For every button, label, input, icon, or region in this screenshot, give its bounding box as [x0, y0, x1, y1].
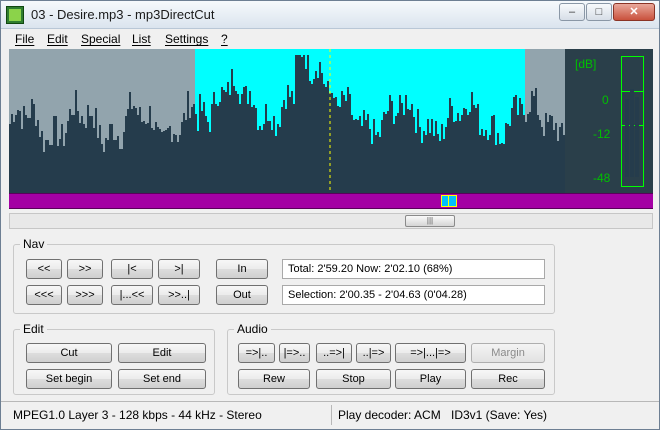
menu-file[interactable]: File	[15, 32, 34, 46]
maximize-button[interactable]: □	[586, 3, 612, 21]
play-after-end-button[interactable]: ..|=>	[356, 343, 391, 363]
horizontal-scrollbar[interactable]: |||	[9, 213, 653, 229]
in-button[interactable]: In	[216, 259, 268, 279]
meter-bars	[625, 89, 639, 177]
menu-list[interactable]: List	[132, 32, 151, 46]
window-title: 03 - Desire.mp3 - mp3DirectCut	[31, 7, 215, 22]
status-format: MPEG1.0 Layer 3 - 128 kbps - 44 kHz - St…	[13, 408, 262, 422]
nav-to-selection-end-button[interactable]: >>..|	[158, 285, 200, 305]
nav-to-selection-start-button[interactable]: |...<<	[111, 285, 153, 305]
overview-selection-marker[interactable]	[441, 195, 457, 207]
close-button[interactable]: ✕	[613, 3, 655, 21]
overview-timeline[interactable]	[9, 193, 653, 209]
nav-group-label: Nav	[20, 237, 48, 251]
cut-button[interactable]: Cut	[26, 343, 112, 363]
scroll-thumb[interactable]: |||	[405, 215, 455, 227]
play-selection-button[interactable]: =>|...|=>	[395, 343, 466, 363]
edit-group-label: Edit	[20, 322, 47, 336]
nav-forward-button[interactable]: >>	[67, 259, 103, 279]
nav-start-button[interactable]: |<	[111, 259, 153, 279]
audio-group-label: Audio	[234, 322, 271, 336]
menu-edit[interactable]: Edit	[47, 32, 68, 46]
waveform-graph[interactable]	[9, 49, 565, 193]
nav-back-button[interactable]: <<	[26, 259, 62, 279]
status-bar: MPEG1.0 Layer 3 - 128 kbps - 44 kHz - St…	[1, 401, 659, 429]
play-from-begin-button[interactable]: |=>..	[279, 343, 310, 363]
out-button[interactable]: Out	[216, 285, 268, 305]
menu-bar: File Edit Special List Settings ?	[1, 29, 659, 49]
meter-tick-minus48: -48	[593, 171, 611, 185]
time-info: Total: 2'59.20 Now: 2'02.10 (68%)	[282, 259, 545, 279]
meter-tick-minus12: -12	[593, 127, 611, 141]
set-end-button[interactable]: Set end	[118, 369, 206, 389]
app-icon[interactable]	[6, 6, 24, 24]
menu-settings[interactable]: Settings	[165, 32, 208, 46]
stop-button[interactable]: Stop	[316, 369, 391, 389]
menu-help[interactable]: ?	[221, 32, 228, 46]
waveform-view[interactable]: [dB] 0 -12 -48	[9, 49, 653, 193]
margin-button[interactable]: Margin	[471, 343, 545, 363]
menu-special[interactable]: Special	[81, 32, 120, 46]
status-decoder: Play decoder: ACM	[338, 408, 441, 422]
meter-tick-0: 0	[602, 93, 609, 107]
edit-button[interactable]: Edit	[118, 343, 206, 363]
set-begin-button[interactable]: Set begin	[26, 369, 112, 389]
selection-info: Selection: 2'00.35 - 2'04.63 (0'04.28)	[282, 285, 545, 305]
rewind-button[interactable]: Rew	[238, 369, 310, 389]
minimize-button[interactable]: –	[559, 3, 585, 21]
db-label: [dB]	[575, 57, 597, 71]
jump-to-begin-button[interactable]: =>|..	[238, 343, 275, 363]
nav-fast-forward-button[interactable]: >>>	[67, 285, 103, 305]
nav-end-button[interactable]: >|	[158, 259, 200, 279]
title-bar[interactable]: 03 - Desire.mp3 - mp3DirectCut – □ ✕	[1, 1, 659, 29]
record-button[interactable]: Rec	[471, 369, 545, 389]
level-meter: [dB] 0 -12 -48	[565, 49, 653, 193]
play-to-end-button[interactable]: ..=>|	[316, 343, 352, 363]
nav-fast-back-button[interactable]: <<<	[26, 285, 62, 305]
play-button[interactable]: Play	[395, 369, 466, 389]
status-divider	[331, 405, 332, 425]
status-tag: ID3v1 (Save: Yes)	[451, 408, 548, 422]
app-window: 03 - Desire.mp3 - mp3DirectCut – □ ✕ Fil…	[0, 0, 660, 430]
